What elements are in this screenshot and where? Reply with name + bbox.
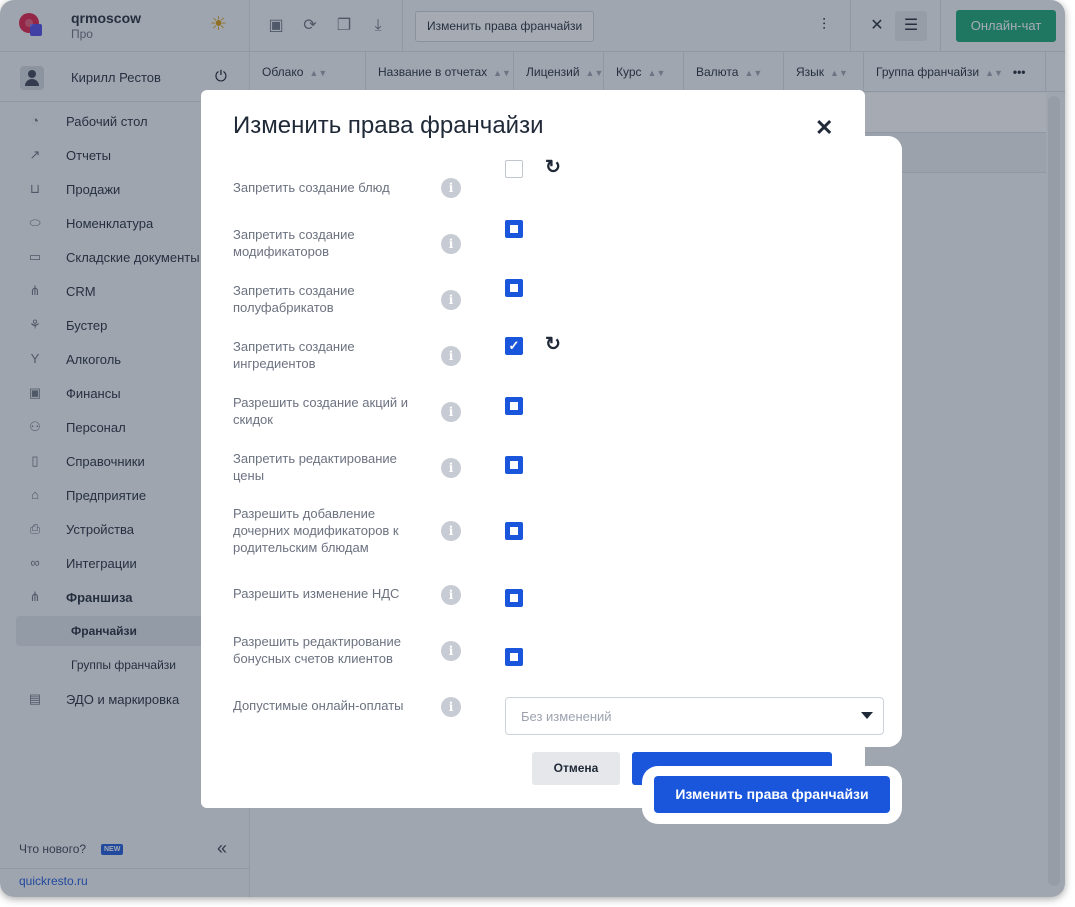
setting-label: Запретить редактирование цены bbox=[233, 451, 397, 483]
setting-label: Разрешить изменение НДС bbox=[233, 586, 400, 601]
ban-semifinished-checkbox[interactable] bbox=[505, 279, 523, 297]
reset-icon[interactable]: ↻ bbox=[545, 335, 561, 355]
allow-child-modifiers-checkbox[interactable] bbox=[505, 522, 523, 540]
info-icon[interactable]: i bbox=[441, 458, 461, 478]
info-icon[interactable]: i bbox=[441, 234, 461, 254]
info-icon[interactable]: i bbox=[441, 521, 461, 541]
setting-label: Допустимые онлайн-оплаты bbox=[233, 698, 404, 713]
chevron-down-icon bbox=[861, 712, 873, 719]
select-value: Без изменений bbox=[521, 709, 612, 724]
ban-price-edit-checkbox[interactable] bbox=[505, 456, 523, 474]
allow-bonus-edit-checkbox[interactable] bbox=[505, 648, 523, 666]
setting-label: Запретить создание модификаторов bbox=[233, 227, 355, 259]
allow-promotions-checkbox[interactable] bbox=[505, 397, 523, 415]
app-window: qrmoscow Про ☀ Кирилл Рестов ⏻ ◔ Рабочий … bbox=[0, 0, 1065, 897]
info-icon[interactable]: i bbox=[441, 585, 461, 605]
info-icon[interactable]: i bbox=[441, 641, 461, 661]
setting-label: Разрешить добавление дочерних модификато… bbox=[233, 506, 399, 555]
setting-label: Разрешить редактирование бонусных счетов… bbox=[233, 634, 401, 666]
ban-dishes-checkbox[interactable] bbox=[505, 160, 523, 178]
allow-vat-change-checkbox[interactable] bbox=[505, 589, 523, 607]
info-icon[interactable]: i bbox=[441, 697, 461, 717]
setting-label: Запретить создание полуфабрикатов bbox=[233, 283, 355, 315]
ban-modifiers-checkbox[interactable] bbox=[505, 220, 523, 238]
cancel-button[interactable]: Отмена bbox=[532, 752, 620, 785]
info-icon[interactable]: i bbox=[441, 178, 461, 198]
submit-change-rights-button[interactable]: Изменить права франчайзи bbox=[654, 776, 890, 813]
info-icon[interactable]: i bbox=[441, 402, 461, 422]
info-icon[interactable]: i bbox=[441, 346, 461, 366]
ban-ingredients-checkbox[interactable]: ✓ bbox=[505, 337, 523, 355]
setting-label: Разрешить создание акций и скидок bbox=[233, 395, 409, 427]
reset-icon[interactable]: ↻ bbox=[545, 158, 561, 178]
setting-label: Запретить создание ингредиентов bbox=[233, 339, 355, 371]
highlight-panel bbox=[488, 136, 902, 747]
online-payments-select[interactable]: Без изменений bbox=[505, 697, 884, 735]
info-icon[interactable]: i bbox=[441, 290, 461, 310]
setting-label: Запретить создание блюд bbox=[233, 180, 390, 195]
